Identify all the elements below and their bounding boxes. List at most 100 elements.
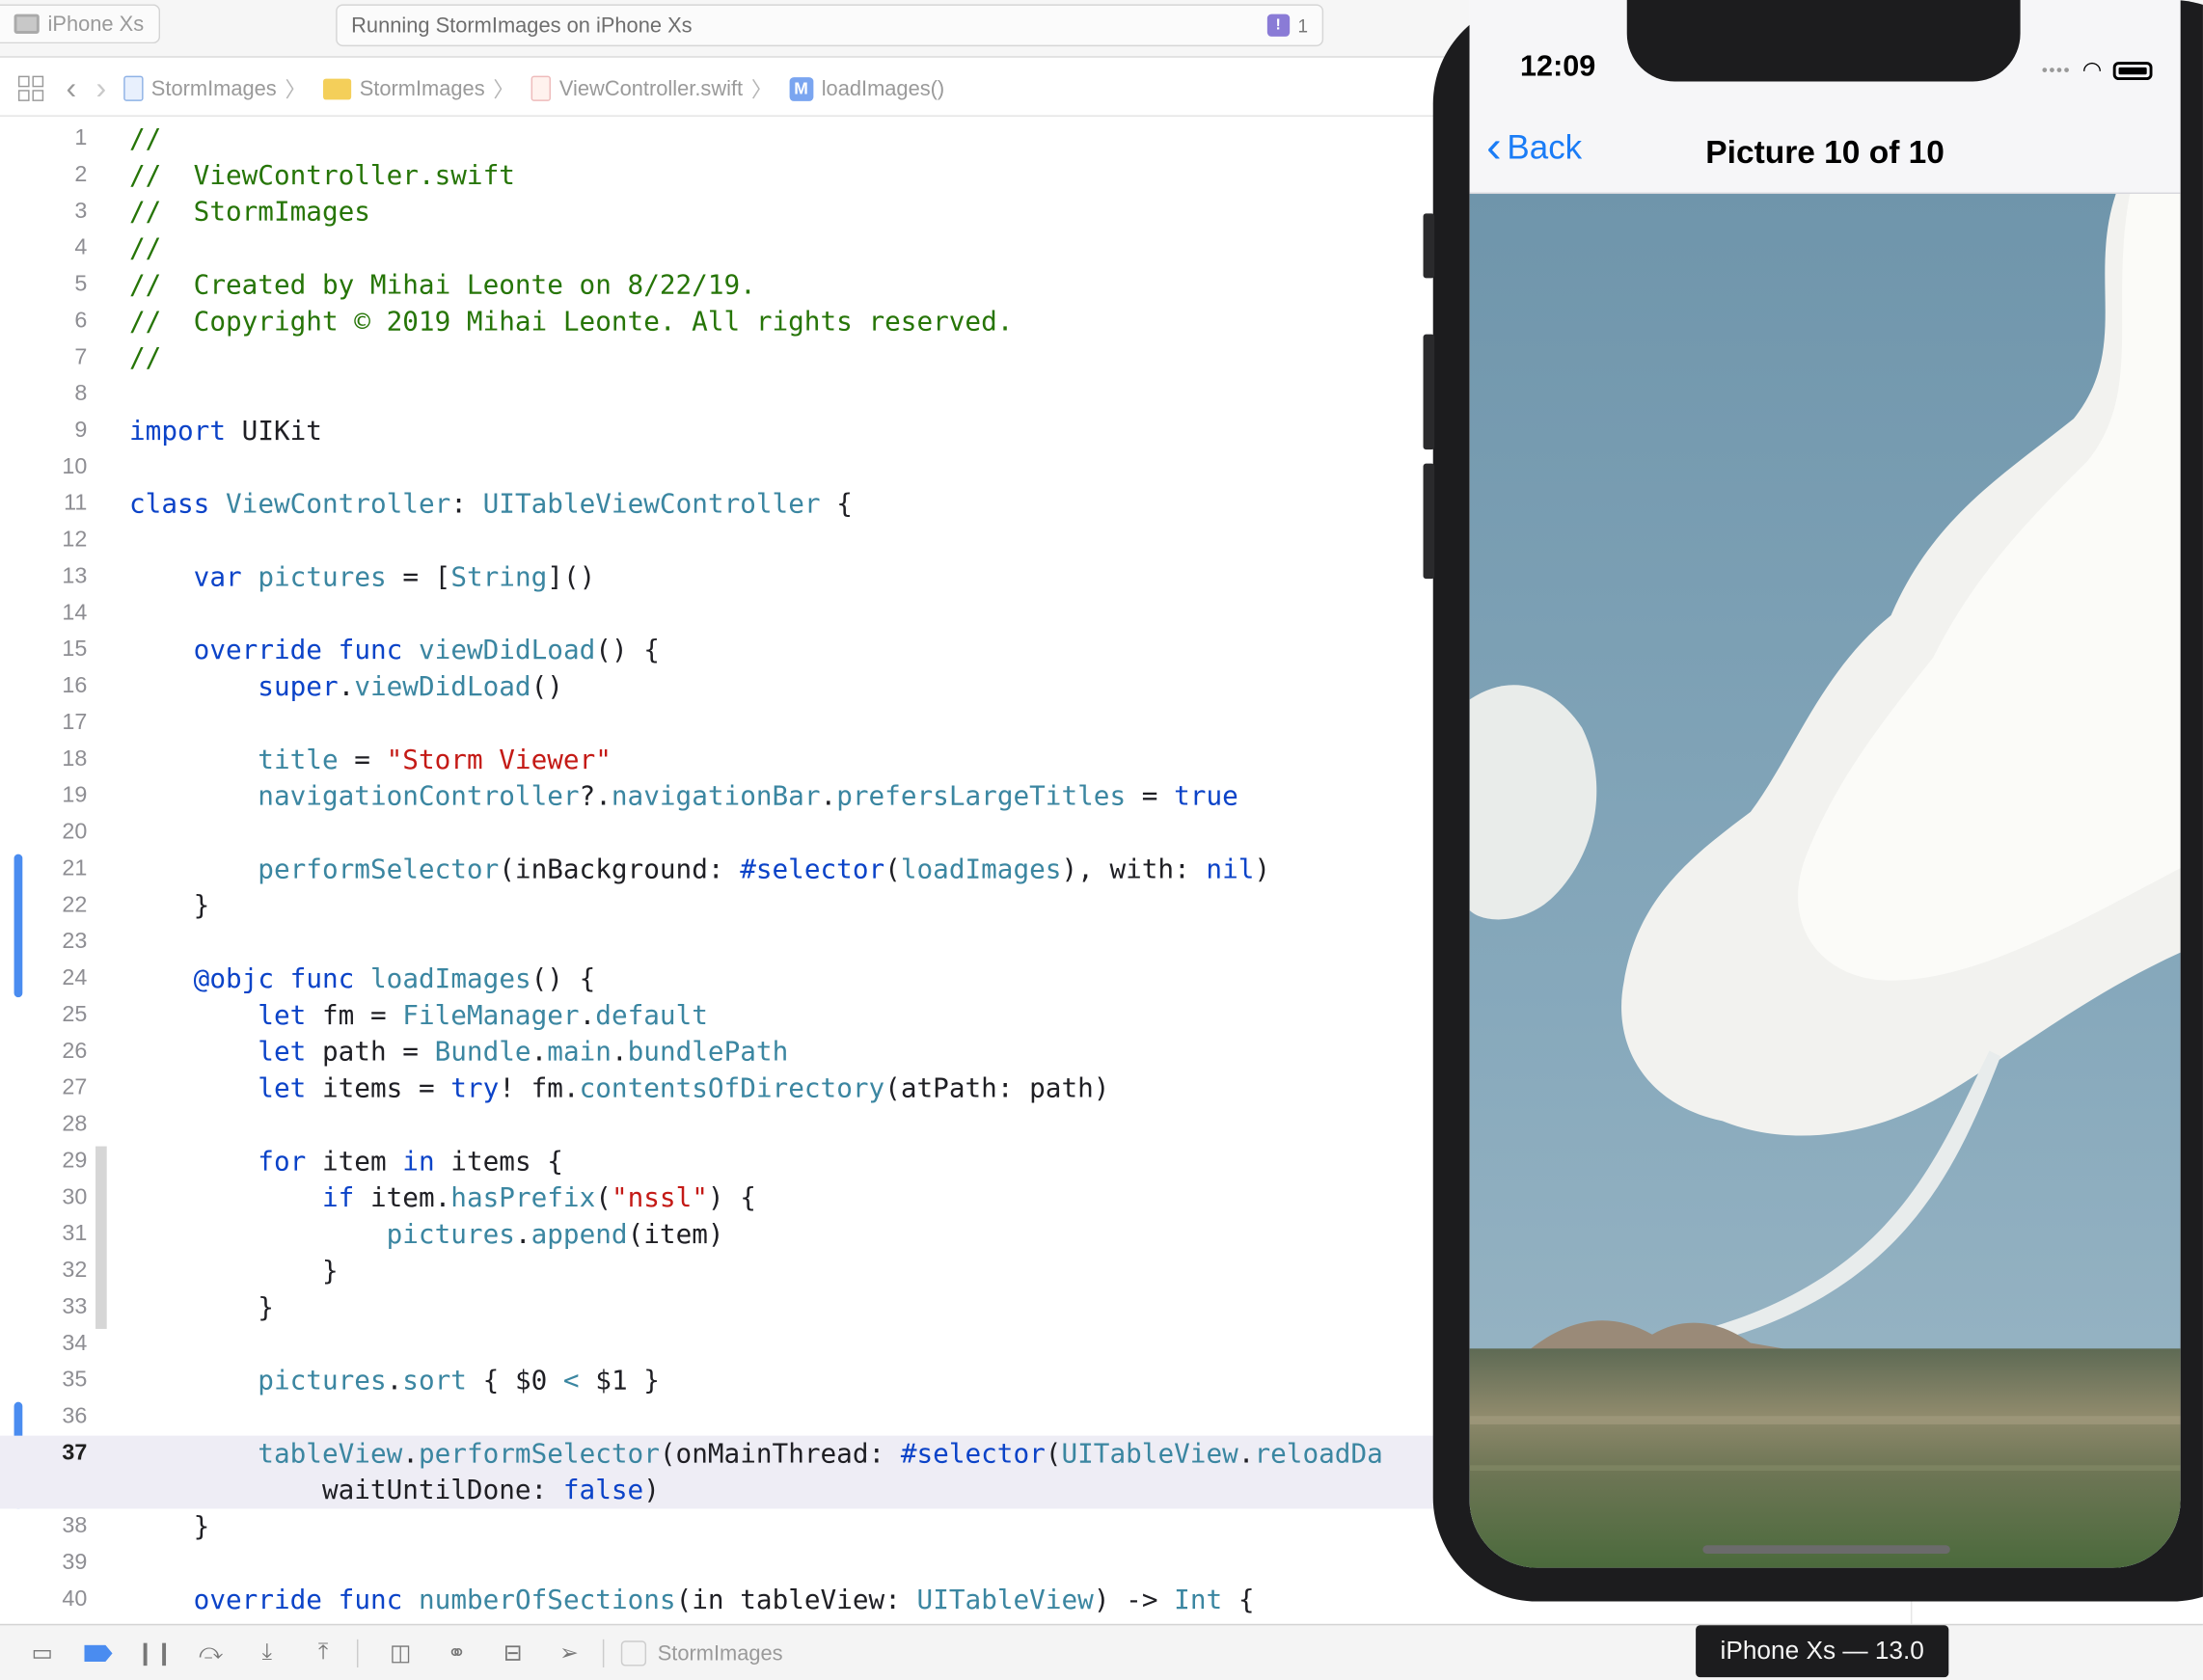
code-line[interactable]: 7 // bbox=[0, 339, 1461, 376]
code-line[interactable]: 34 bbox=[0, 1326, 1461, 1363]
line-number: 35 bbox=[62, 1368, 88, 1393]
device-notch bbox=[1626, 0, 2021, 82]
code-line[interactable]: 12 bbox=[0, 523, 1461, 559]
source-editor[interactable]: 1 // 2 // ViewController.swift 3 // StormImag… bbox=[0, 118, 1461, 1624]
step-into-icon[interactable]: ⤓ bbox=[253, 1640, 281, 1665]
code-token: UIKit bbox=[225, 416, 322, 447]
code-line[interactable]: 17 bbox=[0, 705, 1461, 742]
line-number: 13 bbox=[62, 564, 88, 589]
line-number: 26 bbox=[62, 1039, 88, 1064]
breadcrumb-group[interactable]: StormImages bbox=[322, 76, 485, 100]
code-token: nil bbox=[1206, 854, 1255, 885]
volume-down-button[interactable] bbox=[1423, 463, 1435, 580]
related-items-icon[interactable] bbox=[17, 75, 44, 101]
code-text: // bbox=[129, 339, 161, 376]
code-token: append bbox=[530, 1219, 628, 1251]
breadcrumb-project[interactable]: StormImages bbox=[122, 75, 277, 101]
code-line[interactable]: 35 pictures.sort { $0 < $1 } bbox=[0, 1363, 1461, 1399]
hide-debug-area-icon[interactable]: ▭ bbox=[28, 1642, 56, 1666]
code-token: title bbox=[258, 744, 339, 776]
run-destination-selector[interactable]: iPhone Xs bbox=[0, 4, 161, 44]
code-line[interactable]: 19 navigationController?.navigationBar.p… bbox=[0, 778, 1461, 815]
code-line[interactable]: 6 // Copyright © 2019 Mihai Leonte. All r… bbox=[0, 304, 1461, 340]
breadcrumb-file[interactable]: ViewController.swift bbox=[530, 75, 743, 101]
code-token: // bbox=[129, 342, 162, 374]
code-line[interactable]: 28 bbox=[0, 1107, 1461, 1144]
line-number: 24 bbox=[62, 966, 88, 990]
step-over-icon[interactable]: ⤼ bbox=[197, 1640, 225, 1665]
code-line[interactable]: 15 override func viewDidLoad() { bbox=[0, 632, 1461, 668]
code-line[interactable]: 27 let items = try! fm.contentsOfDirecto… bbox=[0, 1070, 1461, 1107]
code-line[interactable]: 39 bbox=[0, 1545, 1461, 1582]
code-line[interactable]: 16 super.viewDidLoad() bbox=[0, 668, 1461, 705]
code-line[interactable]: 20 bbox=[0, 815, 1461, 852]
code-line[interactable]: 23 bbox=[0, 924, 1461, 961]
code-line[interactable]: 9 import UIKit bbox=[0, 413, 1461, 449]
code-line[interactable]: 10 bbox=[0, 449, 1461, 486]
line-number: 3 bbox=[74, 199, 88, 224]
code-line[interactable]: 11 class ViewController: UITableViewContr… bbox=[0, 486, 1461, 523]
code-line[interactable]: 26 let path = Bundle.main.bundlePath bbox=[0, 1034, 1461, 1070]
code-token: func bbox=[338, 635, 403, 666]
issue-indicator[interactable]: ! 1 bbox=[1266, 14, 1308, 37]
navigate-forward-icon[interactable]: › bbox=[96, 70, 107, 107]
simulator-screen[interactable]: 12:09 •••• ◠ ‹ Back Picture 10 of 10 bbox=[1469, 0, 2181, 1568]
memory-graph-icon[interactable]: ⚭ bbox=[443, 1642, 471, 1666]
code-line[interactable]: 30 if item.hasPrefix("nssl") { bbox=[0, 1180, 1461, 1217]
breakpoints-toggle-icon[interactable] bbox=[84, 1642, 113, 1665]
code-line[interactable]: 3 // StormImages bbox=[0, 194, 1461, 230]
code-line[interactable]: 33 } bbox=[0, 1289, 1461, 1326]
step-out-icon[interactable]: ⤒ bbox=[309, 1640, 337, 1665]
volume-up-button[interactable] bbox=[1423, 334, 1435, 450]
code-token: FileManager bbox=[402, 1000, 580, 1032]
code-token: (in tableView: bbox=[675, 1585, 917, 1616]
line-number: 28 bbox=[62, 1112, 88, 1137]
code-token: let bbox=[258, 1000, 307, 1032]
code-line[interactable]: 37 tableView.performSelector(onMainThrea… bbox=[0, 1435, 1461, 1509]
code-line[interactable]: 29 for item in items { bbox=[0, 1144, 1461, 1180]
code-line[interactable]: 22 } bbox=[0, 888, 1461, 925]
code-line[interactable]: 40 override func numberOfSections(in tab… bbox=[0, 1582, 1461, 1618]
code-token: . bbox=[1237, 1438, 1255, 1470]
code-line[interactable]: 5 // Created by Mihai Leonte on 8/22/19. bbox=[0, 267, 1461, 304]
code-line[interactable]: 36 bbox=[0, 1399, 1461, 1436]
code-line[interactable]: 38 } bbox=[0, 1508, 1461, 1545]
code-line[interactable]: 24 @objc func loadImages() { bbox=[0, 961, 1461, 997]
pause-icon[interactable]: ❙❙ bbox=[136, 1642, 174, 1666]
code-line[interactable]: 2 // ViewController.swift bbox=[0, 157, 1461, 194]
simulate-location-icon[interactable]: ➢ bbox=[555, 1642, 583, 1666]
code-line[interactable]: 1 // bbox=[0, 121, 1461, 157]
code-line[interactable]: 13 var pictures = [String]() bbox=[0, 559, 1461, 596]
code-token: waitUntilDone: bbox=[129, 1475, 563, 1506]
wifi-icon: ◠ bbox=[2081, 59, 2103, 83]
code-token: override bbox=[193, 1585, 322, 1616]
line-number: 12 bbox=[62, 528, 88, 553]
code-line[interactable]: 25 let fm = FileManager.default bbox=[0, 997, 1461, 1034]
code-line[interactable]: 8 bbox=[0, 376, 1461, 413]
code-text: pictures.sort { $0 < $1 } bbox=[129, 1363, 660, 1399]
code-line[interactable]: 14 bbox=[0, 596, 1461, 633]
breadcrumb-symbol[interactable]: M loadImages() bbox=[789, 76, 944, 101]
silent-switch[interactable] bbox=[1423, 213, 1435, 279]
line-number: 21 bbox=[62, 856, 88, 881]
code-line[interactable]: 32 } bbox=[0, 1253, 1461, 1289]
environment-overrides-icon[interactable]: ⊟ bbox=[499, 1642, 527, 1666]
code-line[interactable]: 31 pictures.append(item) bbox=[0, 1216, 1461, 1253]
debug-target[interactable]: StormImages bbox=[620, 1640, 783, 1666]
code-token: "nssl" bbox=[611, 1182, 708, 1214]
breadcrumb-project-label: StormImages bbox=[150, 76, 277, 101]
code-line[interactable]: 4 // bbox=[0, 230, 1461, 267]
line-number: 34 bbox=[62, 1331, 88, 1356]
line-number: 29 bbox=[62, 1149, 88, 1174]
code-line[interactable]: 21 performSelector(inBackground: #select… bbox=[0, 852, 1461, 888]
status-indicators: •••• ◠ bbox=[2042, 56, 2153, 84]
code-text: override func numberOfSections(in tableV… bbox=[129, 1582, 1255, 1618]
status-clock: 12:09 bbox=[1520, 50, 1596, 83]
navigate-back-icon[interactable]: ‹ bbox=[66, 70, 76, 107]
iphone-device-icon bbox=[14, 14, 40, 34]
home-indicator[interactable] bbox=[1702, 1545, 1950, 1554]
code-line[interactable]: 18 title = "Storm Viewer" bbox=[0, 742, 1461, 778]
debug-view-hierarchy-icon[interactable]: ◫ bbox=[387, 1642, 415, 1666]
